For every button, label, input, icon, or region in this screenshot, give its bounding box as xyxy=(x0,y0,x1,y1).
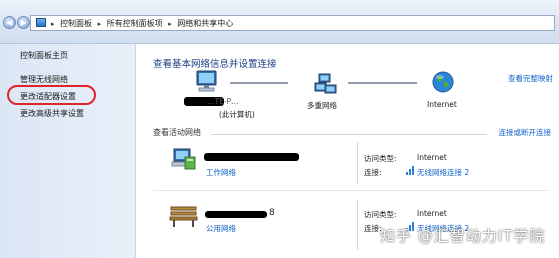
connection-line xyxy=(348,82,417,84)
network-type-link[interactable]: 公用网络 xyxy=(206,223,236,234)
access-type-value: Internet xyxy=(417,153,447,162)
work-network-icon xyxy=(171,148,196,170)
main-panel: 查看基本网络信息并设置连接 查看完整映射 …TE-P… (此计算机) 多重网络 … xyxy=(137,44,559,258)
sidebar: 控制面板主页 管理无线网络 更改适配器设置 更改高级共享设置 xyxy=(0,44,136,258)
park-bench-icon xyxy=(169,206,198,227)
chevron-right-icon[interactable]: ▸ xyxy=(98,20,102,28)
divider xyxy=(357,142,358,184)
computer-label: (此计算机) xyxy=(219,110,255,119)
connect-disconnect-link[interactable]: 连接或断开连接 xyxy=(499,127,552,138)
chevron-right-icon[interactable]: ▸ xyxy=(168,20,172,28)
full-map-link[interactable]: 查看完整映射 xyxy=(508,73,553,84)
address-bar-area: ◀ ▶ ▸ 控制面板 ▸ 所有控制面板项 ▸ 网络和共享中心 xyxy=(0,0,559,44)
sidebar-item-home[interactable]: 控制面板主页 xyxy=(20,50,68,61)
watermark: 知乎 @汇智动力IT学院 xyxy=(380,227,546,245)
forward-button[interactable]: ▶ xyxy=(17,16,30,29)
back-button[interactable]: ◀ xyxy=(3,16,16,29)
computer-name-partial: …TE-P… xyxy=(207,97,239,106)
breadcrumb-item-network-center[interactable]: 网络和共享中心 xyxy=(177,19,233,28)
sidebar-item-advanced-sharing[interactable]: 更改高级共享设置 xyxy=(20,108,84,119)
network-type-link[interactable]: 工作网络 xyxy=(206,167,236,178)
wifi-signal-icon xyxy=(406,166,414,175)
breadcrumb: ▸ 控制面板 ▸ 所有控制面板项 ▸ 网络和共享中心 xyxy=(51,18,236,30)
connection-line xyxy=(230,82,288,84)
internet-label: Internet xyxy=(427,100,457,109)
connection-link[interactable]: 无线网络连接 2 xyxy=(417,167,469,178)
chevron-right-icon[interactable]: ▸ xyxy=(51,20,55,28)
multiple-networks-label: 多重网络 xyxy=(307,101,337,110)
annotation-highlight xyxy=(7,85,96,105)
divider xyxy=(211,134,487,135)
computer-icon xyxy=(196,70,217,92)
access-type-value: Internet xyxy=(417,209,447,218)
breadcrumb-item-all-items[interactable]: 所有控制面板项 xyxy=(107,19,163,28)
page-title: 查看基本网络信息并设置连接 xyxy=(153,59,277,70)
address-bar[interactable]: ▸ 控制面板 ▸ 所有控制面板项 ▸ 网络和共享中心 xyxy=(30,15,555,31)
sidebar-item-manage-wireless[interactable]: 管理无线网络 xyxy=(20,74,68,85)
control-panel-icon xyxy=(36,18,46,27)
connection-label: 连接: xyxy=(364,168,382,177)
internet-globe-icon xyxy=(432,71,454,93)
access-type-label: 访问类型: xyxy=(364,154,397,163)
network-name-suffix: 8 xyxy=(269,208,275,218)
multiple-networks-icon xyxy=(314,73,337,94)
active-networks-title: 查看活动网络 xyxy=(153,128,201,137)
divider xyxy=(357,200,358,250)
redacted-network-name xyxy=(204,153,299,161)
redacted-network-name xyxy=(205,211,267,218)
connection-label: 连接: xyxy=(364,224,382,233)
divider xyxy=(153,190,549,191)
breadcrumb-item-control-panel[interactable]: 控制面板 xyxy=(60,19,92,28)
access-type-label: 访问类型: xyxy=(364,210,397,219)
